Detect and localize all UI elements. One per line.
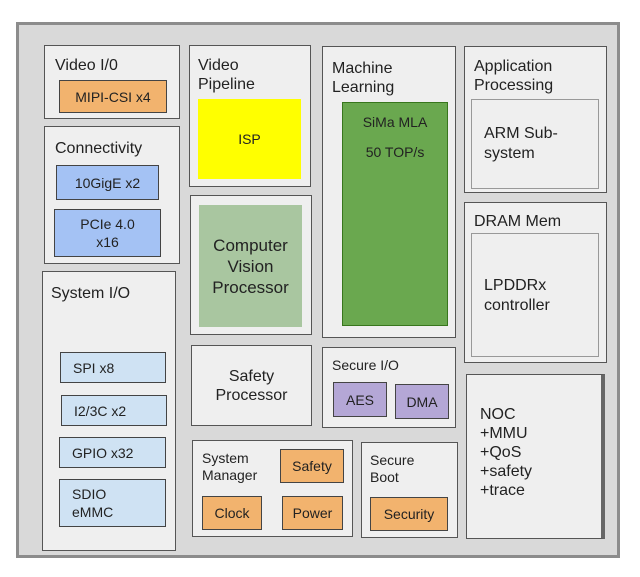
sdio-emmc-box: SDIO eMMC — [59, 479, 166, 527]
lpddrx-controller-box: LPDDRx controller — [471, 233, 599, 357]
sima-mla-box: SiMa MLA 50 TOP/s — [342, 102, 448, 326]
application-processing-block: Application Processing ARM Sub- system — [464, 46, 607, 193]
machine-learning-block: Machine Learning SiMa MLA 50 TOP/s — [322, 46, 456, 338]
mla-performance: 50 TOP/s — [365, 144, 425, 160]
safety-box: Safety — [280, 449, 344, 483]
video-pipeline-block: Video Pipeline ISP — [189, 45, 311, 187]
secure-boot-title: Secure Boot — [370, 452, 415, 485]
system-manager-block: System Manager Safety Clock Power — [192, 440, 353, 537]
safety-processor-label: Safety Processor — [215, 367, 288, 404]
machine-learning-title: Machine Learning — [332, 60, 395, 96]
video-io-block: Video I/0 MIPI-CSI x4 — [44, 45, 180, 119]
10gige-box: 10GigE x2 — [56, 165, 159, 200]
secure-io-title: Secure I/O — [332, 357, 399, 373]
system-io-block: System I/O SPI x8 I2/3C x2 GPIO x32 SDIO… — [42, 271, 176, 551]
soc-chip-outline: Video I/0 MIPI-CSI x4 Connectivity 10Gig… — [16, 22, 620, 558]
clock-box: Clock — [202, 496, 262, 530]
secure-boot-block: Secure Boot Security — [361, 442, 458, 538]
safety-processor-block: Safety Processor — [191, 345, 312, 426]
secure-io-block: Secure I/O AES DMA — [322, 347, 456, 428]
video-pipeline-title: Video Pipeline — [198, 57, 255, 93]
pcie-box: PCIe 4.0 x16 — [54, 209, 161, 257]
noc-label: NOC +MMU +QoS +safety +trace — [480, 406, 533, 499]
aes-box: AES — [333, 382, 387, 417]
power-box: Power — [282, 496, 343, 530]
dram-mem-title: DRAM Mem — [474, 213, 562, 230]
isp-box: ISP — [198, 99, 301, 179]
video-io-title: Video I/0 — [55, 57, 118, 74]
mla-name: SiMa MLA — [362, 114, 428, 130]
system-io-title: System I/O — [51, 285, 131, 302]
i2-3c-box: I2/3C x2 — [61, 395, 167, 426]
arm-subsystem-box: ARM Sub- system — [471, 99, 599, 189]
connectivity-title: Connectivity — [55, 140, 143, 157]
arm-subsystem-label: ARM Sub- system — [484, 125, 558, 162]
computer-vision-block: Computer Vision Processor — [190, 195, 312, 335]
lpddrx-controller-label: LPDDRx controller — [484, 277, 550, 314]
dram-mem-block: DRAM Mem LPDDRx controller — [464, 202, 607, 363]
mipi-csi-box: MIPI-CSI x4 — [59, 80, 167, 113]
dma-box: DMA — [395, 384, 449, 419]
noc-block: NOC +MMU +QoS +safety +trace — [466, 374, 605, 539]
system-manager-title: System Manager — [202, 450, 258, 483]
application-processing-title: Application Processing — [474, 58, 554, 94]
connectivity-block: Connectivity 10GigE x2 PCIe 4.0 x16 — [44, 126, 180, 264]
computer-vision-processor-box: Computer Vision Processor — [199, 205, 302, 327]
gpio-box: GPIO x32 — [59, 437, 166, 468]
security-box: Security — [370, 497, 448, 531]
spi-box: SPI x8 — [60, 352, 166, 383]
